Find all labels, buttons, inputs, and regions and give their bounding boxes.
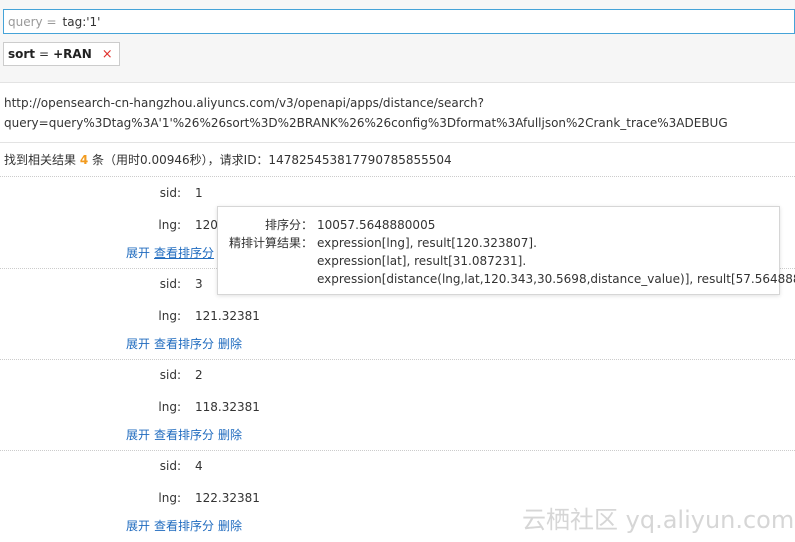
lng-label: lng: [158,309,181,323]
sid-value: 4 [195,459,203,473]
rank-score-tooltip: 排序分： 10057.5648880005 精排计算结果： expression… [217,206,795,295]
request-url-line-2: query=query%3Dtag%3A'1'%26%26sort%3D%2BR… [4,116,728,130]
sid-label: sid: [159,186,181,200]
rank-detail-line: expression[lat], result[31.087231]. [317,254,527,268]
expand-link[interactable]: 展开 [126,428,150,442]
score-label: 排序分： [264,218,313,232]
sid-label: sid: [159,459,181,473]
request-url: http://opensearch-cn-hangzhou.aliyuncs.c… [4,93,789,133]
lng-value: 118.32381 [195,400,260,414]
sort-filter-chip[interactable]: sort = +RAN × [3,42,120,66]
sid-value: 3 [195,277,203,291]
remove-sort-icon[interactable]: × [102,47,113,62]
sid-value: 2 [195,368,203,382]
result-summary: 找到相关结果 4 条（用时0.00946秒），请求ID：147825453817… [4,151,452,168]
view-score-link[interactable]: 查看排序分 [154,428,214,442]
result-count: 4 [79,153,89,167]
watermark: 云栖社区 yq.aliyun.com [522,506,795,534]
query-input[interactable]: query = tag:'1' [3,9,795,34]
delete-link[interactable]: 删除 [218,337,242,351]
result-actions: 展开查看排序分删除 [126,335,795,352]
delete-link[interactable]: 删除 [218,519,242,533]
expand-link[interactable]: 展开 [126,337,150,351]
sid-label: sid: [159,277,181,291]
request-url-line-1: http://opensearch-cn-hangzhou.aliyuncs.c… [4,96,485,110]
sid-label: sid: [159,368,181,382]
result-actions: 展开查看排序分删除 [126,426,795,443]
view-score-link[interactable]: 查看排序分 [154,337,214,351]
lng-label: lng: [158,400,181,414]
view-score-link[interactable]: 查看排序分 [154,246,214,260]
query-prefix-label: query = [8,14,57,29]
delete-link[interactable]: 删除 [218,428,242,442]
lng-value: 121.32381 [195,309,260,323]
result-item: sid: 2 lng: 118.32381 展开 查看排序分 删除 [0,359,795,451]
divider [0,142,795,143]
lng-label: lng: [158,218,181,232]
summary-suffix: 条（用时0.00946秒），请求ID：147825453817790785855… [92,153,452,167]
lng-label: lng: [158,491,181,505]
sort-equals-label: = [39,47,50,61]
sort-value: +RAN [53,47,92,61]
summary-prefix: 找到相关结果 [4,153,77,167]
rank-detail-line: expression[lng], result[120.323807]. [317,236,537,250]
expand-link[interactable]: 展开 [126,246,150,260]
rank-detail-line: expression[distance(lng,lat,120.343,30.5… [317,272,795,286]
sort-key-label: sort [8,47,36,61]
score-value: 10057.5648880005 [317,218,436,232]
view-score-link[interactable]: 查看排序分 [154,519,214,533]
query-value[interactable]: tag:'1' [63,15,101,29]
search-toolbar: query = tag:'1' sort = +RAN × [0,0,795,83]
sid-value: 1 [195,186,203,200]
lng-value: 122.32381 [195,491,260,505]
expand-link[interactable]: 展开 [126,519,150,533]
rank-detail-label: 精排计算结果： [228,236,313,250]
